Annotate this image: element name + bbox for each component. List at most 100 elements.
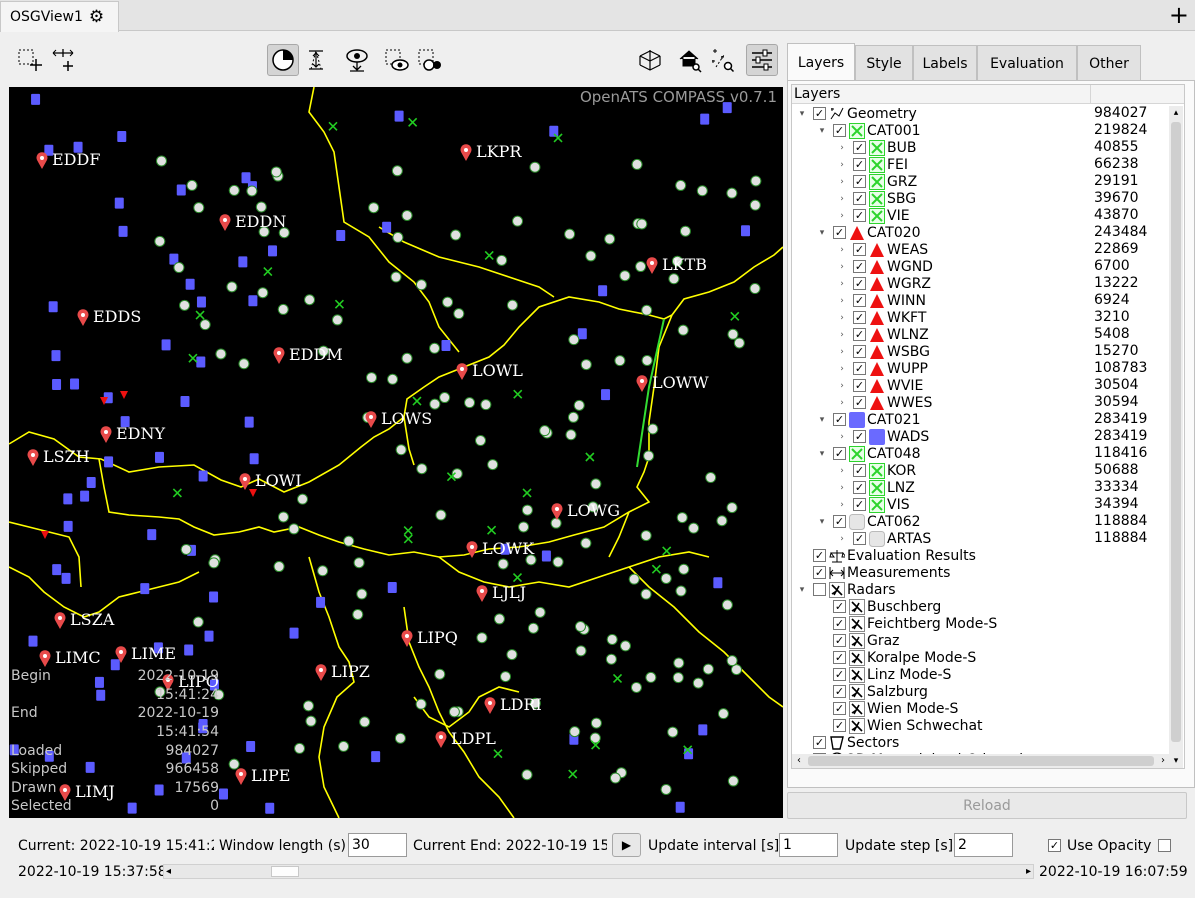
map-view[interactable]: EDDF LKPR EDDN LKTB EDDS EDDM LOWL LOWW LOWS EDNY… [9, 87, 783, 818]
expand-arrow-icon[interactable]: › [837, 160, 847, 170]
layer-checkbox[interactable]: ✓ [853, 532, 866, 545]
layer-row[interactable]: ✓ Sectors [797, 734, 899, 751]
layer-checkbox[interactable]: ✓ [833, 651, 846, 664]
height-filter-button[interactable] [300, 44, 332, 76]
layer-checkbox[interactable]: ✓ [853, 294, 866, 307]
zoom-data-button[interactable] [707, 44, 739, 76]
expand-arrow-icon[interactable]: › [837, 483, 847, 493]
expand-arrow-icon[interactable]: › [837, 432, 847, 442]
layer-row[interactable]: ✓ Evaluation Results [797, 547, 976, 564]
layer-row[interactable]: ✓ Koralpe Mode-S [817, 649, 976, 666]
layer-checkbox[interactable]: ✓ [833, 447, 846, 460]
tree-horizontal-scrollbar[interactable]: ‹ › [792, 754, 1170, 768]
layer-row[interactable]: › ✓ VIE [837, 207, 910, 224]
layer-checkbox[interactable]: ✓ [853, 243, 866, 256]
layer-row[interactable]: ▾ ✓ CAT048 [817, 445, 921, 462]
layer-checkbox[interactable]: ✓ [813, 549, 826, 562]
layer-checkbox[interactable]: ✓ [813, 566, 826, 579]
expand-arrow-icon[interactable]: › [837, 364, 847, 374]
expand-arrow-icon[interactable]: › [837, 466, 847, 476]
layer-checkbox[interactable]: ✓ [833, 634, 846, 647]
layer-checkbox[interactable]: ✓ [813, 107, 826, 120]
tab-style[interactable]: Style [855, 45, 913, 81]
layer-row[interactable]: ✓ Feichtberg Mode-S [817, 615, 997, 632]
layer-checkbox[interactable]: ✓ [813, 736, 826, 749]
layer-row[interactable]: ▾ ✓ CAT001 [817, 122, 921, 139]
reload-button[interactable]: Reload [787, 792, 1187, 819]
window-length-input[interactable]: 30 [348, 833, 407, 857]
expand-arrow-icon[interactable]: › [837, 211, 847, 221]
scroll-left-arrow[interactable]: ‹ [792, 754, 806, 768]
expand-arrow-icon[interactable]: › [837, 296, 847, 306]
slider-handle[interactable] [271, 866, 299, 877]
layer-checkbox[interactable]: ✓ [853, 328, 866, 341]
select-rectangle-button[interactable] [13, 44, 45, 76]
layer-checkbox[interactable]: ✓ [833, 600, 846, 613]
layer-checkbox[interactable]: ✓ [853, 430, 866, 443]
layer-checkbox[interactable]: ✓ [833, 124, 846, 137]
layer-row[interactable]: › ✓ KOR [837, 462, 916, 479]
layer-row[interactable]: › ✓ BUB [837, 139, 916, 156]
use-opacity-checkbox[interactable]: ✓ Use Opacity [1048, 834, 1151, 857]
layer-row[interactable]: › ✓ WKFT [837, 309, 926, 326]
slider-left-arrow[interactable]: ◂ [166, 865, 171, 878]
layer-row[interactable]: › ✓ WINN [837, 292, 926, 309]
layer-row[interactable]: ✓ Graz [817, 632, 900, 649]
layer-row[interactable]: ✓ Wien Mode-S [817, 700, 958, 717]
time-filter-button[interactable] [267, 44, 299, 76]
layer-checkbox[interactable]: ✓ [853, 345, 866, 358]
layer-row[interactable]: ▾ Radars [797, 581, 896, 598]
layer-row[interactable]: ▾ ✓ Geometry [797, 105, 917, 122]
layer-row[interactable]: ▾ ✓ CAT020 [817, 224, 921, 241]
layer-checkbox[interactable]: ✓ [853, 141, 866, 154]
expand-arrow-icon[interactable]: › [837, 177, 847, 187]
expand-arrow-icon[interactable]: › [837, 143, 847, 153]
expand-arrow-icon[interactable]: › [837, 194, 847, 204]
layer-row[interactable]: › ✓ WLNZ [837, 326, 929, 343]
layer-row[interactable]: › ✓ ARTAS [837, 530, 931, 547]
expand-arrow-icon[interactable]: ▾ [817, 228, 827, 238]
layer-checkbox[interactable]: ✓ [833, 413, 846, 426]
extra-checkbox[interactable] [1158, 839, 1171, 852]
scroll-down-arrow[interactable]: ▾ [1169, 754, 1183, 768]
scroll-up-arrow[interactable]: ▴ [1169, 106, 1183, 120]
slider-right-arrow[interactable]: ▸ [1026, 865, 1031, 878]
layer-checkbox[interactable]: ✓ [853, 396, 866, 409]
layer-row[interactable]: › ✓ WWES [837, 394, 932, 411]
expand-arrow-icon[interactable]: › [837, 500, 847, 510]
tree-vertical-scrollbar[interactable]: ▴ ▾ [1169, 106, 1183, 768]
tab-osgview1[interactable]: OSGView1 ⚙ [0, 1, 119, 32]
expand-arrow-icon[interactable]: › [837, 347, 847, 357]
add-view-button[interactable]: + [1169, 2, 1189, 28]
tab-other[interactable]: Other [1077, 45, 1141, 81]
layer-checkbox[interactable] [813, 583, 826, 596]
expand-arrow-icon[interactable]: ▾ [797, 109, 807, 119]
expand-arrow-icon[interactable]: › [837, 313, 847, 323]
layer-checkbox[interactable]: ✓ [853, 362, 866, 375]
layers-tree[interactable]: Layers ▾ ✓ Geometry 984027 ▾ ✓ CAT001 219824 › ✓ B… [791, 84, 1185, 769]
expand-arrow-icon[interactable]: ▾ [817, 415, 827, 425]
update-interval-input[interactable]: 1 [779, 833, 838, 857]
layer-checkbox[interactable]: ✓ [853, 158, 866, 171]
layer-row[interactable]: › ✓ GRZ [837, 173, 917, 190]
expand-arrow-icon[interactable]: ▾ [817, 517, 827, 527]
layer-row[interactable]: ✓ Buschberg [817, 598, 941, 615]
layer-row[interactable]: › ✓ WUPP [837, 360, 928, 377]
layer-row[interactable]: › ✓ FEI [837, 156, 908, 173]
update-step-input[interactable]: 2 [954, 833, 1013, 857]
layer-row[interactable]: ▾ ✓ CAT021 [817, 411, 921, 428]
layer-row[interactable]: › ✓ WVIE [837, 377, 923, 394]
expand-arrow-icon[interactable]: › [837, 381, 847, 391]
layer-checkbox[interactable]: ✓ [853, 311, 866, 324]
layer-row[interactable]: › ✓ SBG [837, 190, 916, 207]
layer-row[interactable]: › ✓ WSBG [837, 343, 930, 360]
layer-row[interactable]: ✓ Salzburg [817, 683, 928, 700]
home-view-button[interactable] [674, 44, 706, 76]
layer-checkbox[interactable]: ✓ [853, 464, 866, 477]
scroll-right-arrow[interactable]: › [1156, 754, 1170, 768]
view-rectangle-add-button[interactable] [414, 44, 446, 76]
layer-row[interactable]: › ✓ VIS [837, 496, 910, 513]
expand-arrow-icon[interactable]: › [837, 279, 847, 289]
toggle-panel-button[interactable] [746, 44, 778, 76]
layer-checkbox[interactable]: ✓ [853, 192, 866, 205]
